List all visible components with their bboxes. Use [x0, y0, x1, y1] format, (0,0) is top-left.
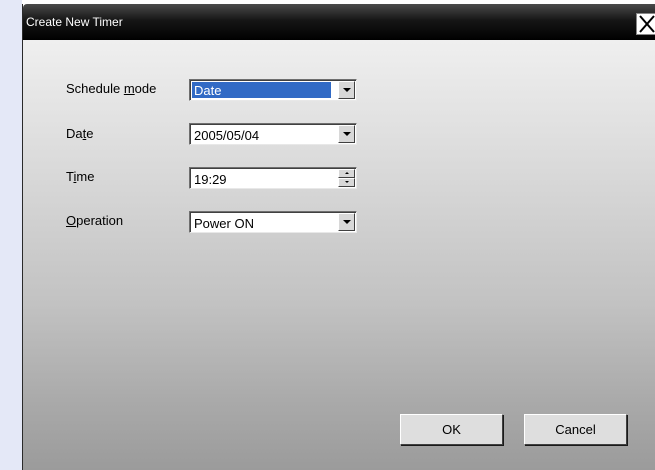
operation-label: Operation: [66, 213, 124, 228]
spin-up-icon: [345, 172, 349, 174]
chevron-down-icon: [343, 220, 351, 224]
schedule-mode-value: Date: [194, 83, 222, 98]
create-new-timer-dialog: Create New Timer Schedule mode Date Date…: [22, 4, 655, 470]
close-icon: [639, 15, 655, 33]
background-margin: [0, 0, 22, 470]
time-spin-buttons: [338, 169, 355, 187]
title-bar[interactable]: Create New Timer: [23, 4, 655, 40]
schedule-mode-label: Schedule mode: [66, 81, 157, 96]
time-value: 19:29: [194, 172, 227, 187]
chevron-down-icon: [343, 132, 351, 136]
schedule-mode-dropdown-button[interactable]: [338, 81, 355, 99]
window-title: Create New Timer: [26, 15, 123, 29]
date-label: Date: [66, 126, 94, 141]
time-spinner[interactable]: 19:29: [189, 167, 357, 189]
selection-highlight: Date: [192, 82, 331, 98]
ok-button[interactable]: OK: [400, 414, 503, 445]
cancel-button[interactable]: Cancel: [524, 414, 627, 445]
operation-dropdown-button[interactable]: [338, 213, 355, 231]
time-label: Time: [66, 169, 95, 184]
date-picker[interactable]: 2005/05/04: [189, 123, 357, 145]
time-spin-up-button[interactable]: [338, 169, 355, 178]
date-dropdown-button[interactable]: [338, 125, 355, 143]
time-spin-down-button[interactable]: [338, 178, 355, 187]
operation-value: Power ON: [194, 216, 254, 231]
schedule-mode-select[interactable]: Date: [189, 79, 357, 101]
spin-down-icon: [345, 181, 349, 183]
operation-select[interactable]: Power ON: [189, 211, 357, 233]
close-button[interactable]: [636, 13, 655, 35]
chevron-down-icon: [343, 88, 351, 92]
date-value: 2005/05/04: [194, 128, 260, 143]
